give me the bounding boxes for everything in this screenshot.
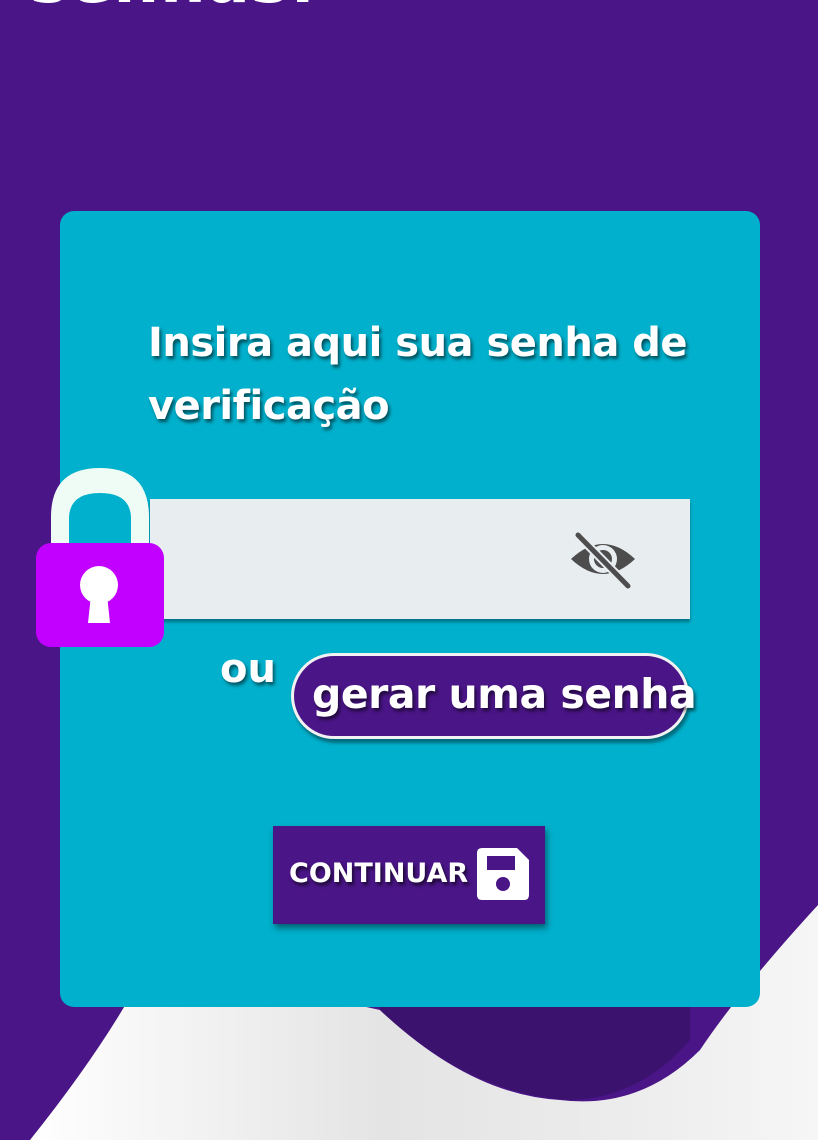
continue-label: CONTINUAR — [289, 858, 469, 889]
floppy-disk-icon — [477, 848, 529, 900]
padlock-icon — [36, 468, 164, 647]
eye-off-icon — [571, 530, 635, 591]
password-prompt: Insira aqui sua senha de verificação — [148, 320, 688, 429]
page-heading: senhas: — [30, 0, 317, 16]
password-field — [150, 499, 690, 621]
generate-password-button[interactable]: gerar uma senha — [291, 653, 697, 739]
password-input[interactable] — [168, 499, 562, 621]
generate-password-label: gerar uma senha — [312, 670, 697, 718]
app-screen: senhas: Insira aqui sua senha de verific… — [0, 0, 818, 1140]
continue-button[interactable]: CONTINUAR — [273, 826, 545, 924]
or-label: ou — [220, 646, 276, 692]
toggle-visibility-button[interactable] — [568, 530, 638, 591]
